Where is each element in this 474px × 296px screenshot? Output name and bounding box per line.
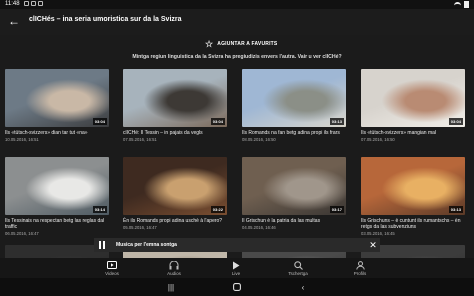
video-date: 07.05.2016, 16:51 [123,137,157,142]
system-back-icon[interactable]: ‹ [297,282,309,292]
video-card[interactable]: 03:04 Ils «tütsch-svizzers» dian tar tut … [5,69,109,142]
nav-label: Profils [353,271,367,276]
app-bar: ← clICHés – ina seria umoristica sur da … [0,9,474,35]
video-duration: 03:17 [329,206,344,213]
mini-player-title: Musica per l'emna sontga [116,242,177,248]
add-to-favorites-button[interactable]: ☆ AGIUNTAR A FAVURITS [205,38,277,50]
video-thumbnail[interactable]: 03:13 [242,69,346,127]
pause-bar [102,241,106,249]
video-title: Ils Tessinais na respectan betg las regl… [5,218,105,230]
nav-item-search[interactable]: Tschertga [268,260,328,276]
nav-item-profiles[interactable]: Profils [330,260,390,276]
video-thumbnail[interactable]: 03:04 [123,69,227,127]
video-duration: 03:14 [92,206,107,213]
video-title: Ils «tütsch-svizzers» dian tar tut «na» [5,130,88,136]
nav-item-audios[interactable]: Audios [144,260,204,276]
video-icon [82,260,142,270]
back-arrow-icon[interactable]: ← [7,14,21,28]
nav-label: Videos [105,271,119,276]
nav-item-videos[interactable]: Videos [82,260,142,276]
nav-label: Audios [167,271,181,276]
pause-button[interactable] [94,238,110,252]
notification-icon [38,1,43,6]
video-date: 06.05.2016, 16:47 [5,231,39,236]
profile-icon [330,260,390,270]
notification-icon [24,1,29,6]
video-duration: 03:04 [448,118,463,125]
pause-bar [98,241,102,249]
video-duration: 03:04 [92,118,107,125]
video-card[interactable]: 03:13 Ils Romands na fan betg adina propi… [242,69,346,142]
video-date: 04.05.2016, 16:46 [242,225,276,230]
favorites-row: ☆ AGIUNTAR A FAVURITS [0,38,474,50]
video-title: Il Grischun è la patria da las multas [242,218,321,224]
video-card[interactable]: 03:14 Ils Tessinais na respectan betg las… [5,157,109,236]
video-title: Ils «tütsch-svizzers» mangian mal [361,130,437,136]
status-bar: 11:48 [0,0,474,9]
nav-label: Live [231,271,241,276]
video-thumbnail[interactable]: 03:04 [361,69,465,127]
bottom-navigation: Videos Audios Live Tschertga Profils [0,258,474,278]
nav-label: Tschertga [288,271,308,276]
recent-apps-icon[interactable]: ||| [165,282,177,292]
video-thumbnail[interactable]: 03:22 [123,157,227,215]
notification-icon [31,1,36,6]
video-card[interactable]: 03:04 Ils «tütsch-svizzers» mangian mal 07… [361,69,465,142]
add-to-favorites-label: AGIUNTAR A FAVURITS [217,41,278,47]
system-indicators [454,0,469,8]
video-duration: 03:13 [329,118,344,125]
video-title: Ils Grischuns – è cuntunt ils rumantschs… [361,218,461,230]
video-title: Ils Romands na fan betg adina propi ils … [242,130,340,136]
video-date: 03.05.2016, 16:45 [361,231,395,236]
series-description: Mintga regiun linguistica da la Svizra h… [132,54,342,60]
video-title: clICHé: Il Tessin – in pajais da vegls [123,130,203,136]
video-duration: 03:13 [448,206,463,213]
video-card[interactable]: 03:13 Ils Grischuns – è cuntunt ils ruman… [361,157,465,236]
audio-icon [144,260,204,270]
video-card[interactable]: 03:17 Il Grischun è la patria da las mult… [242,157,346,230]
wifi-icon [454,1,461,8]
video-date: 05.05.2016, 16:47 [123,225,157,230]
video-card[interactable]: 03:22 Èn ils Romands propi adina uschè à … [123,157,227,230]
search-icon [268,260,328,270]
notification-icons [24,1,43,6]
star-icon: ☆ [205,38,214,49]
video-thumbnail[interactable]: 03:04 [5,69,109,127]
video-thumbnail[interactable]: 03:17 [242,157,346,215]
video-duration: 03:22 [210,206,225,213]
status-time: 11:48 [5,1,20,7]
video-date: 08.05.2016, 16:50 [242,137,276,142]
video-thumbnail[interactable]: 03:14 [5,157,109,215]
nav-item-live[interactable]: Live [206,260,266,276]
video-card[interactable]: 03:04 clICHé: Il Tessin – in pajais da ve… [123,69,227,142]
video-date: 10.05.2016, 16:51 [5,137,39,142]
battery-icon [464,1,469,8]
page-title: clICHés – ina seria umoristica sur da la… [29,16,182,23]
home-icon[interactable] [231,282,243,292]
live-icon [206,260,266,270]
close-icon[interactable]: ✕ [366,238,380,252]
system-navigation-bar: ||| ‹ [0,278,474,296]
video-thumbnail[interactable]: 03:13 [361,157,465,215]
video-title: Èn ils Romands propi adina uschè à l'ape… [123,218,223,224]
video-duration: 03:04 [210,118,225,125]
video-date: 07.05.2016, 16:50 [361,137,395,142]
mini-player[interactable]: Musica per l'emna sontga ✕ [94,238,380,252]
